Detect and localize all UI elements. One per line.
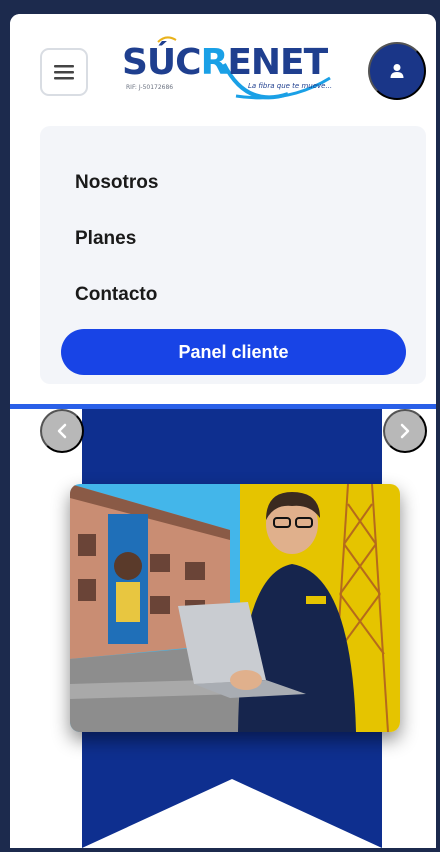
mobile-menu-panel: Nosotros Planes Contacto Panel cliente [40,126,426,384]
user-icon [390,64,404,78]
chevron-left-icon [57,423,67,439]
hamburger-icon [54,65,74,80]
menu-toggle-button[interactable] [40,48,88,96]
top-navbar: SÚCRENET RIF: J-50172686 La fibra que te… [10,14,436,120]
nav-link-nosotros[interactable]: Nosotros [75,172,158,194]
carousel-prev-button[interactable] [40,409,84,453]
nav-link-contacto[interactable]: Contacto [75,284,157,306]
user-account-button[interactable] [368,42,426,100]
carousel-slide-image[interactable] [70,484,400,732]
panel-cliente-button[interactable]: Panel cliente [61,329,406,375]
phone-screen: SÚCRENET RIF: J-50172686 La fibra que te… [10,14,436,848]
hero-carousel [10,409,436,848]
logo-wordmark: SÚCRENET [122,42,328,83]
chevron-right-icon [400,423,410,439]
logo-tagline: La fibra que te mueve... [248,82,333,90]
carousel-next-button[interactable] [383,409,427,453]
logo-rif-text: RIF: J-50172686 [126,84,174,91]
brand-logo[interactable]: SÚCRENET RIF: J-50172686 La fibra que te… [118,34,340,110]
promo-photo [70,484,400,732]
nav-link-planes[interactable]: Planes [75,228,136,250]
